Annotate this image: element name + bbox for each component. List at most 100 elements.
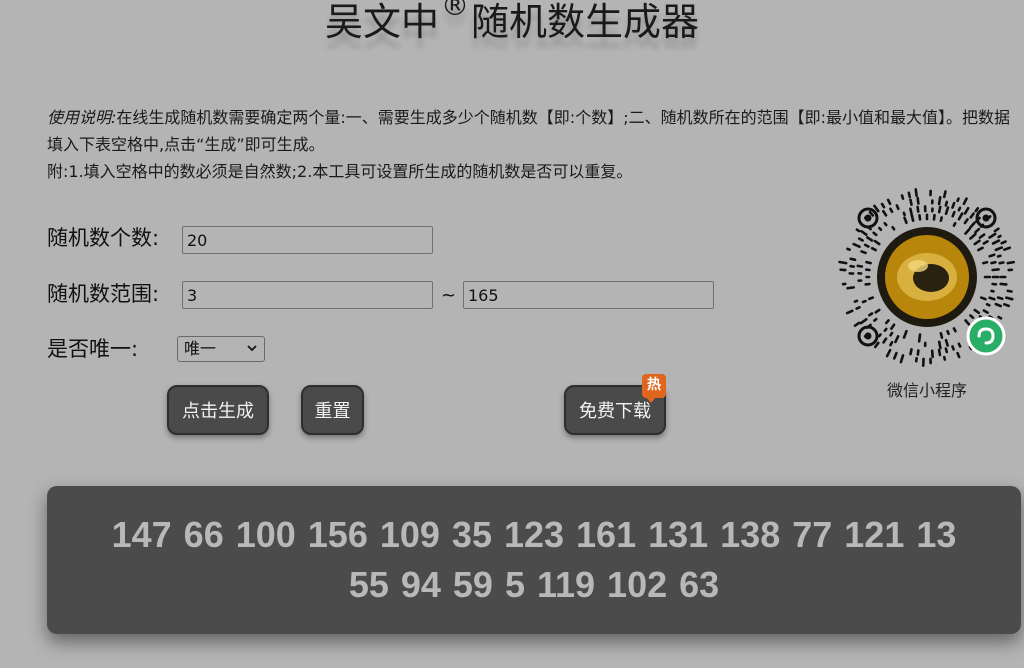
qr-dash <box>951 210 956 218</box>
qr-dash <box>894 335 900 344</box>
title-part2: 随机数生成器 <box>471 0 700 44</box>
qr-dash <box>999 282 1008 286</box>
qr-dash <box>937 205 942 214</box>
qr-dash <box>889 340 894 347</box>
range-separator: ~ <box>441 285 457 306</box>
result-numbers: 147 66 100 156 109 35 123 161 131 138 77… <box>111 514 957 605</box>
qr-dash <box>956 197 960 203</box>
qr-finder-dot <box>864 214 872 222</box>
instructions-text: 在线生成随机数需要确定两个量:一、需要生成多少个随机数【即:个数】;二、随机数所… <box>47 108 1010 154</box>
qr-dash <box>846 286 856 290</box>
qr-dash <box>944 338 949 347</box>
qr-dash <box>991 268 1000 272</box>
qr-dash <box>877 333 882 338</box>
qr-dash <box>889 207 894 214</box>
qr-dash <box>962 197 968 206</box>
qr-dash <box>916 205 920 213</box>
page-title: 吴文中 ® 随机数生成器 <box>0 0 1024 56</box>
wechat-miniprogram-qr-icon <box>838 188 1016 368</box>
qr-dash <box>909 198 913 206</box>
unique-label: 是否唯一: <box>47 337 139 361</box>
qr-dash <box>877 226 883 232</box>
qr-dash <box>886 198 892 206</box>
qr-dash <box>1005 296 1014 301</box>
qr-dash <box>845 309 854 315</box>
qr-dash <box>902 329 908 339</box>
qr-dash <box>852 242 861 248</box>
qr-dash <box>860 229 868 236</box>
qr-dash <box>880 202 886 209</box>
qr-dash <box>870 246 877 252</box>
qr-dash <box>974 207 980 213</box>
qr-dash <box>969 314 975 320</box>
chevron-down-icon <box>247 345 257 352</box>
qr-dash <box>942 355 947 361</box>
qr-dash <box>853 321 861 328</box>
qr-dash <box>944 206 950 216</box>
qr-dash <box>884 319 890 325</box>
instructions: 使用说明:在线生成随机数需要确定两个量:一、需要生成多少个随机数【即:个数】;二… <box>47 104 1017 185</box>
qr-dash <box>991 239 1001 245</box>
qr-dash <box>918 213 922 221</box>
qr-dash <box>942 190 947 199</box>
qr-dash <box>890 323 896 330</box>
qr-dash <box>914 188 918 197</box>
qr-dash <box>994 302 1003 308</box>
qr-dash <box>956 351 961 359</box>
qr-dash <box>939 216 943 222</box>
count-input[interactable] <box>182 226 433 254</box>
qr-dash <box>1003 246 1012 251</box>
qr-dash <box>985 302 991 307</box>
qr-dash <box>902 211 906 217</box>
wechat-mini-icon <box>966 316 1006 356</box>
qr-dash <box>957 206 962 212</box>
qr-dash <box>895 204 900 211</box>
reset-button[interactable]: 重置 <box>301 385 364 435</box>
title-part1: 吴文中 <box>324 0 439 44</box>
qr-dash <box>944 200 949 207</box>
qr-dash <box>861 299 867 304</box>
unique-select[interactable]: 唯一 <box>177 336 265 362</box>
qr-dash <box>969 221 976 229</box>
qr-dash <box>952 221 957 227</box>
qr-dash <box>978 233 986 239</box>
qr-dash <box>873 239 881 246</box>
qr-dash <box>882 209 888 217</box>
qr-dash <box>855 306 861 310</box>
qr-dash <box>932 213 936 221</box>
page: 吴文中 ® 随机数生成器 使用说明:在线生成随机数需要确定两个量:一、需要生成多… <box>0 0 1024 668</box>
qr-dash <box>937 195 942 206</box>
qr-dash <box>979 296 987 301</box>
qr-dash <box>982 240 989 245</box>
count-label: 随机数个数: <box>47 226 160 250</box>
qr-dash <box>996 296 1004 301</box>
qr-dash <box>855 228 861 233</box>
qr-dash <box>969 212 975 219</box>
qr-finder-dot <box>982 214 990 222</box>
qr-dash <box>951 345 955 351</box>
qr-dash <box>899 354 905 364</box>
qr-dash <box>891 225 896 231</box>
qr-dash <box>944 347 949 354</box>
qr-dash <box>937 348 942 357</box>
qr-dash <box>838 260 848 265</box>
range-min-input[interactable] <box>182 281 433 309</box>
qr-dash <box>952 327 957 333</box>
qr-dash <box>964 227 971 235</box>
result-panel: 147 66 100 156 109 35 123 161 131 138 77… <box>47 486 1021 634</box>
qr-dash <box>853 299 859 303</box>
qr-dash <box>916 196 920 205</box>
qr-dash <box>939 332 944 339</box>
qr-dash <box>973 308 981 315</box>
qr-dash <box>868 296 875 301</box>
qr-dash <box>863 243 870 248</box>
generate-button[interactable]: 点击生成 <box>167 385 269 435</box>
range-max-input[interactable] <box>463 281 714 309</box>
qr-dash <box>994 246 1004 252</box>
qr-dash <box>856 264 864 268</box>
qr-dash <box>982 260 989 265</box>
qr-dash <box>859 318 868 325</box>
qr-dash <box>997 315 1003 320</box>
qr-dash <box>849 257 857 262</box>
qr-dash <box>1006 260 1016 265</box>
